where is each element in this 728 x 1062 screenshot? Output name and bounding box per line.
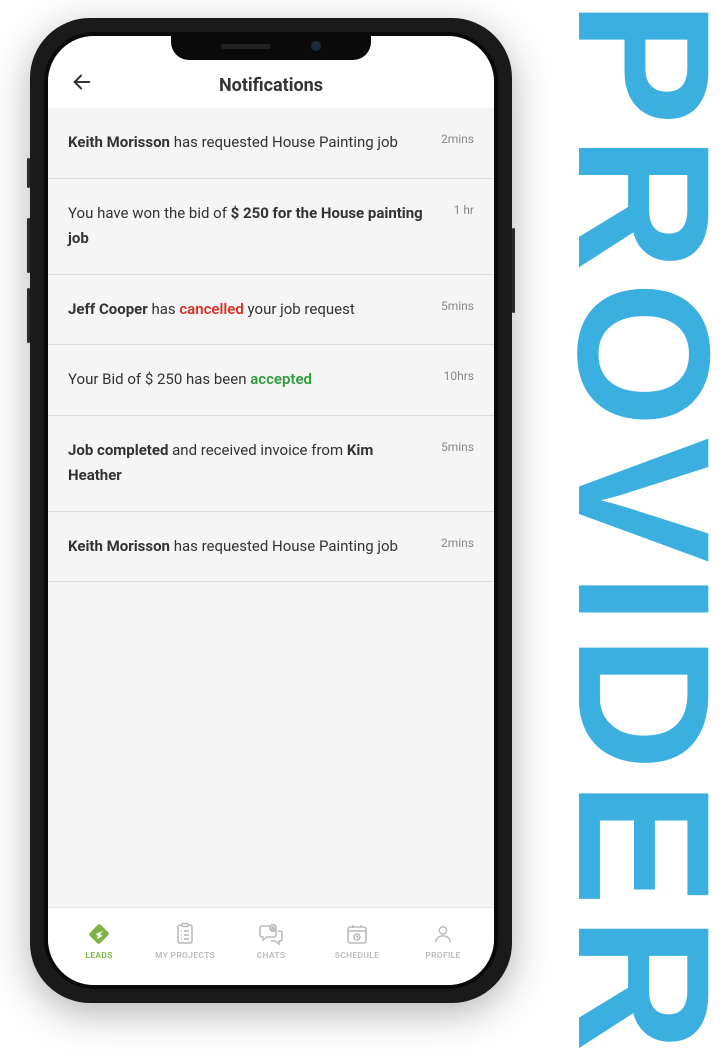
tab-label: MY PROJECTS [155,951,215,961]
notification-item[interactable]: Keith Morisson has requested House Paint… [48,108,494,179]
phone-bezel: Notifications Keith Morisson has request… [44,32,498,989]
notifications-list[interactable]: Keith Morisson has requested House Paint… [48,108,494,907]
notification-time: 10hrs [444,367,474,383]
notification-text-segment: has requested House Painting job [170,537,398,555]
tab-profile[interactable]: PROFILE [400,921,486,961]
phone-notch [171,32,371,60]
back-arrow-icon [71,71,93,93]
notification-text-segment: has requested House Painting job [170,133,398,151]
tab-label: SCHEDULE [335,951,379,961]
notification-time: 2mins [441,534,474,550]
tab-leads[interactable]: LEADS [56,921,142,961]
schedule-icon [344,921,370,947]
notification-text-segment: Job completed [68,441,168,459]
notification-text-segment: Keith Morisson [68,537,170,555]
notification-item[interactable]: Job completed and received invoice from … [48,416,494,512]
notification-text: Jeff Cooper has cancelled your job reque… [68,297,421,323]
notification-item[interactable]: Keith Morisson has requested House Paint… [48,512,494,583]
phone-volume-down [27,288,30,343]
notification-text-segment: your job request [244,300,355,318]
notification-time: 1 hr [454,201,474,217]
notification-text-segment: and received invoice from [168,441,346,459]
phone-power-button [512,228,515,313]
notification-text: Your Bid of $ 250 has been accepted [68,367,424,393]
notification-time: 5mins [441,297,474,313]
phone-speaker [221,44,271,49]
notification-text-segment: cancelled [179,300,243,318]
notification-item[interactable]: Your Bid of $ 250 has been accepted 10hrs [48,345,494,416]
phone-mute-switch [27,158,30,188]
tab-label: LEADS [85,951,112,961]
phone-volume-up [27,218,30,273]
provider-decor-label: PROVIDER [550,0,728,1062]
notification-text-segment: You have won the bid of [68,204,231,222]
projects-icon [172,921,198,947]
page-title: Notifications [219,75,323,96]
profile-icon [430,921,456,947]
notification-text: Keith Morisson has requested House Paint… [68,534,421,560]
notification-time: 5mins [441,438,474,454]
notification-text: You have won the bid of $ 250 for the Ho… [68,201,434,252]
tab-bar: LEADS MY PROJECTS 9 CHATS SCHEDULE PROFILE [48,907,494,985]
app-screen: Notifications Keith Morisson has request… [48,36,494,985]
notification-text: Keith Morisson has requested House Paint… [68,130,421,156]
notification-text-segment: accepted [250,370,312,388]
chats-icon: 9 [258,921,284,947]
notification-item[interactable]: You have won the bid of $ 250 for the Ho… [48,179,494,275]
notification-text-segment: Jeff Cooper [68,300,148,318]
tab-label: PROFILE [425,951,460,961]
phone-camera [311,41,321,51]
notification-item[interactable]: Jeff Cooper has cancelled your job reque… [48,275,494,346]
notification-time: 2mins [441,130,474,146]
notification-text-segment: Keith Morisson [68,133,170,151]
tab-schedule[interactable]: SCHEDULE [314,921,400,961]
notification-text-segment: has [148,300,180,318]
tab-my-projects[interactable]: MY PROJECTS [142,921,228,961]
notification-text-segment: Your Bid of $ 250 has been [68,370,250,388]
notification-text: Job completed and received invoice from … [68,438,421,489]
leads-icon [86,921,112,947]
back-button[interactable] [66,66,98,98]
tab-chats[interactable]: 9 CHATS [228,921,314,961]
phone-frame: Notifications Keith Morisson has request… [30,18,512,1003]
tab-label: CHATS [257,951,286,961]
